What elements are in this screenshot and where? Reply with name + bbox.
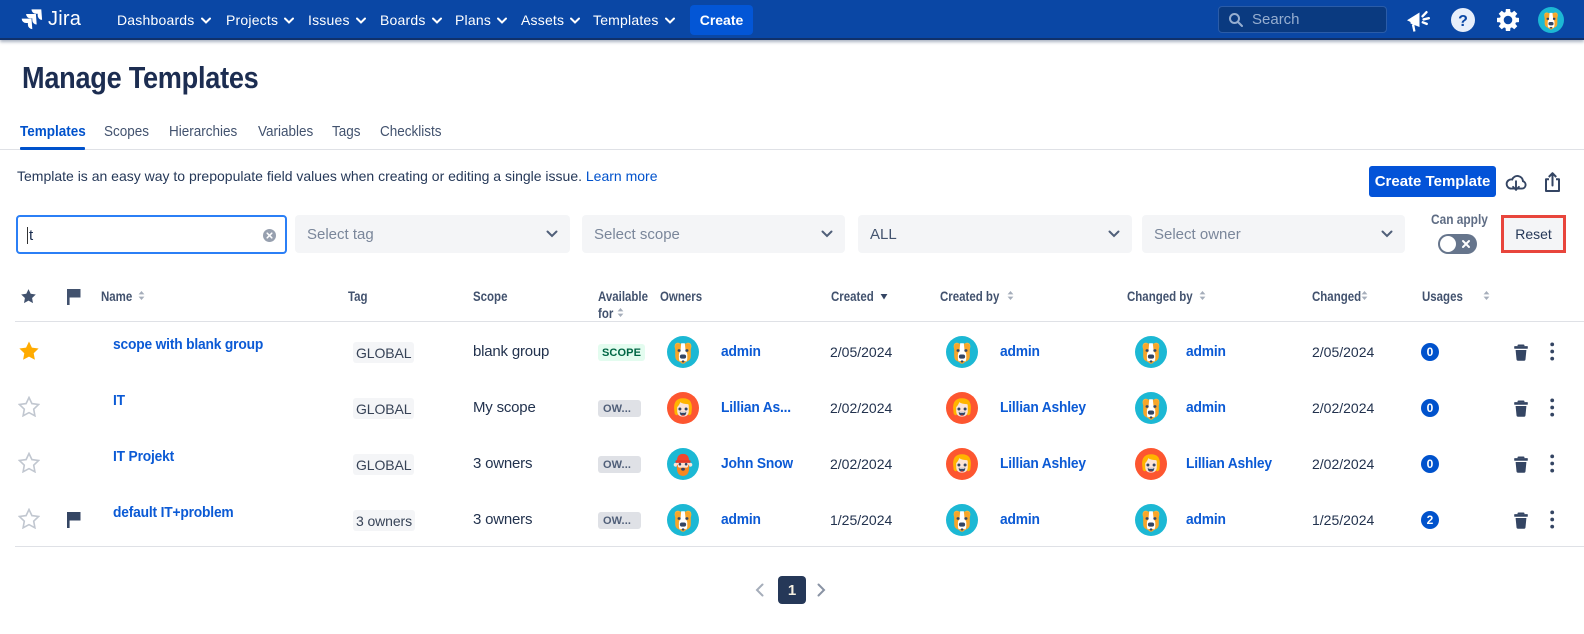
svg-text:?: ? — [1458, 13, 1468, 30]
